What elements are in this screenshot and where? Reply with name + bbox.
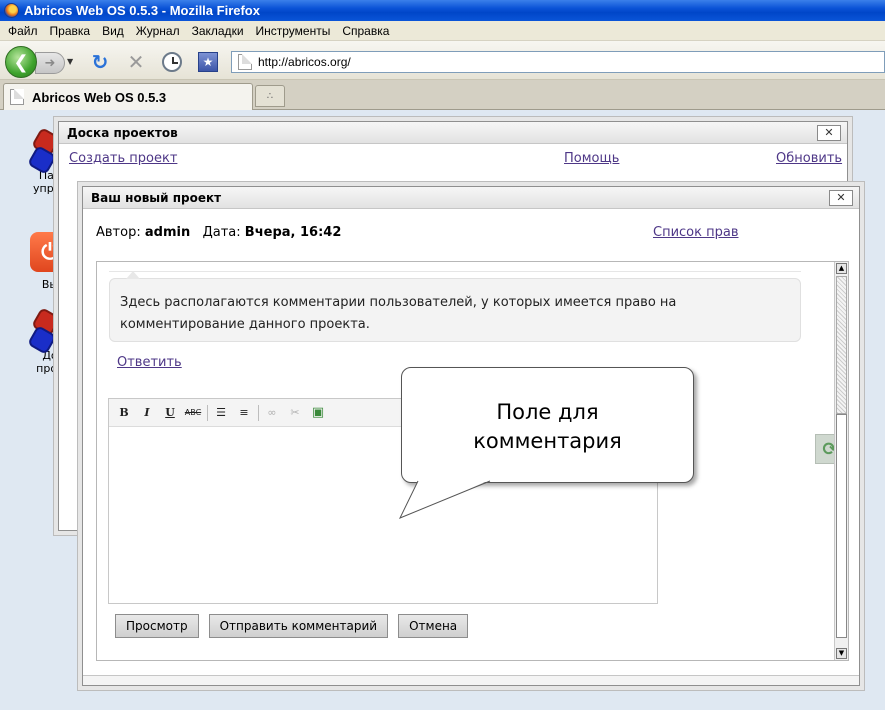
stop-button[interactable]: ✕ xyxy=(124,50,148,74)
navigation-toolbar: ➜ ❮ ▼ ↻ ✕ ★ http://abricos.org/ xyxy=(0,41,885,80)
menu-edit[interactable]: Правка xyxy=(44,24,97,38)
menu-history[interactable]: Журнал xyxy=(130,24,186,38)
window-titlebar: Abricos Web OS 0.5.3 - Mozilla Firefox xyxy=(0,0,885,21)
firefox-icon xyxy=(4,3,19,18)
bookmarks-button[interactable]: ★ xyxy=(196,50,220,74)
close-button[interactable]: ✕ xyxy=(829,190,853,206)
menu-bookmarks[interactable]: Закладки xyxy=(186,24,250,38)
close-button[interactable]: ✕ xyxy=(817,125,841,141)
menu-file[interactable]: Файл xyxy=(2,24,44,38)
callout-bubble: Поле для комментария xyxy=(401,367,694,483)
history-dropdown-icon[interactable]: ▼ xyxy=(67,57,73,66)
tab-abricos[interactable]: Abricos Web OS 0.5.3 xyxy=(3,83,253,110)
url-text: http://abricos.org/ xyxy=(258,55,351,69)
window-footer xyxy=(83,675,859,685)
stop-icon: ✕ xyxy=(127,50,145,74)
star-icon: ★ xyxy=(198,52,218,72)
preview-button[interactable]: Просмотр xyxy=(115,614,199,638)
callout-tail xyxy=(398,480,491,519)
url-bar[interactable]: http://abricos.org/ xyxy=(231,51,885,73)
reload-button[interactable]: ↻ xyxy=(88,50,112,74)
help-link[interactable]: Помощь xyxy=(564,151,619,166)
author-name: admin xyxy=(144,225,191,240)
date-label: Дата: xyxy=(202,225,241,240)
new-tab-button[interactable]: ∴ xyxy=(255,85,285,107)
menu-view[interactable]: Вид xyxy=(96,24,130,38)
italic-button[interactable]: I xyxy=(138,404,156,422)
toolbar-separator xyxy=(207,404,208,421)
insert-image-icon[interactable]: ▣ xyxy=(309,404,327,422)
project-meta: Автор: admin Дата: Вчера, 16:42 xyxy=(96,225,341,240)
reload-icon: ↻ xyxy=(91,50,109,74)
numbered-list-icon[interactable]: ≡ xyxy=(235,404,253,422)
scroll-thumb[interactable] xyxy=(836,414,847,638)
date-value: Вчера, 16:42 xyxy=(244,225,342,240)
page-icon xyxy=(238,54,252,70)
callout-line-2: комментария xyxy=(473,429,622,453)
back-button[interactable]: ❮ xyxy=(5,46,37,78)
tab-title: Abricos Web OS 0.5.3 xyxy=(32,89,167,105)
window-title: Ваш новый проект xyxy=(91,190,222,205)
bullet-list-icon[interactable]: ☰ xyxy=(212,404,230,422)
scroll-track[interactable] xyxy=(836,276,847,414)
scroll-down-icon[interactable]: ▼ xyxy=(836,648,847,659)
reply-link[interactable]: Ответить xyxy=(117,355,182,370)
editor-buttons: Просмотр Отправить комментарий Отмена xyxy=(115,614,469,638)
vertical-scrollbar[interactable]: ▲ ▼ xyxy=(834,262,848,660)
callout-line-1: Поле для xyxy=(496,400,599,424)
window-title: Abricos Web OS 0.5.3 - Mozilla Firefox xyxy=(24,3,260,18)
unlink-icon[interactable]: ✂ xyxy=(286,404,304,422)
new-tab-icon: ∴ xyxy=(266,90,274,102)
rights-list-link[interactable]: Список прав xyxy=(653,225,739,240)
toolbar-separator xyxy=(258,404,259,421)
page-icon xyxy=(10,89,24,105)
comment-text: Здесь располагаются комментарии пользова… xyxy=(120,295,677,332)
scroll-up-icon[interactable]: ▲ xyxy=(836,263,847,274)
history-button[interactable] xyxy=(160,50,184,74)
bold-button[interactable]: B xyxy=(115,404,133,422)
author-label: Автор: xyxy=(96,225,141,240)
forward-button[interactable]: ➜ xyxy=(35,52,65,74)
cancel-button[interactable]: Отмена xyxy=(398,614,469,638)
send-comment-button[interactable]: Отправить комментарий xyxy=(208,614,389,638)
create-project-link[interactable]: Создать проект xyxy=(69,151,177,166)
strikethrough-button[interactable]: ABC xyxy=(184,404,202,422)
forward-arrow-icon: ➜ xyxy=(44,55,56,71)
link-icon[interactable]: ∞ xyxy=(263,404,281,422)
menu-bar: Файл Правка Вид Журнал Закладки Инструме… xyxy=(0,21,885,41)
refresh-link[interactable]: Обновить xyxy=(776,151,842,166)
tab-bar: Abricos Web OS 0.5.3 ∴ xyxy=(0,80,885,110)
comment-bubble: Здесь располагаются комментарии пользова… xyxy=(109,271,801,342)
window-title: Доска проектов xyxy=(67,125,178,140)
comment-divider xyxy=(109,264,801,272)
back-arrow-icon: ❮ xyxy=(13,51,29,73)
board-links: Создать проект Помощь Обновить xyxy=(59,144,847,170)
menu-tools[interactable]: Инструменты xyxy=(250,24,337,38)
underline-button[interactable]: U xyxy=(161,404,179,422)
window-title-bar: Доска проектов ✕ xyxy=(59,122,847,144)
clock-icon xyxy=(162,52,182,72)
menu-help[interactable]: Справка xyxy=(336,24,395,38)
window-title-bar: Ваш новый проект ✕ xyxy=(83,187,859,209)
